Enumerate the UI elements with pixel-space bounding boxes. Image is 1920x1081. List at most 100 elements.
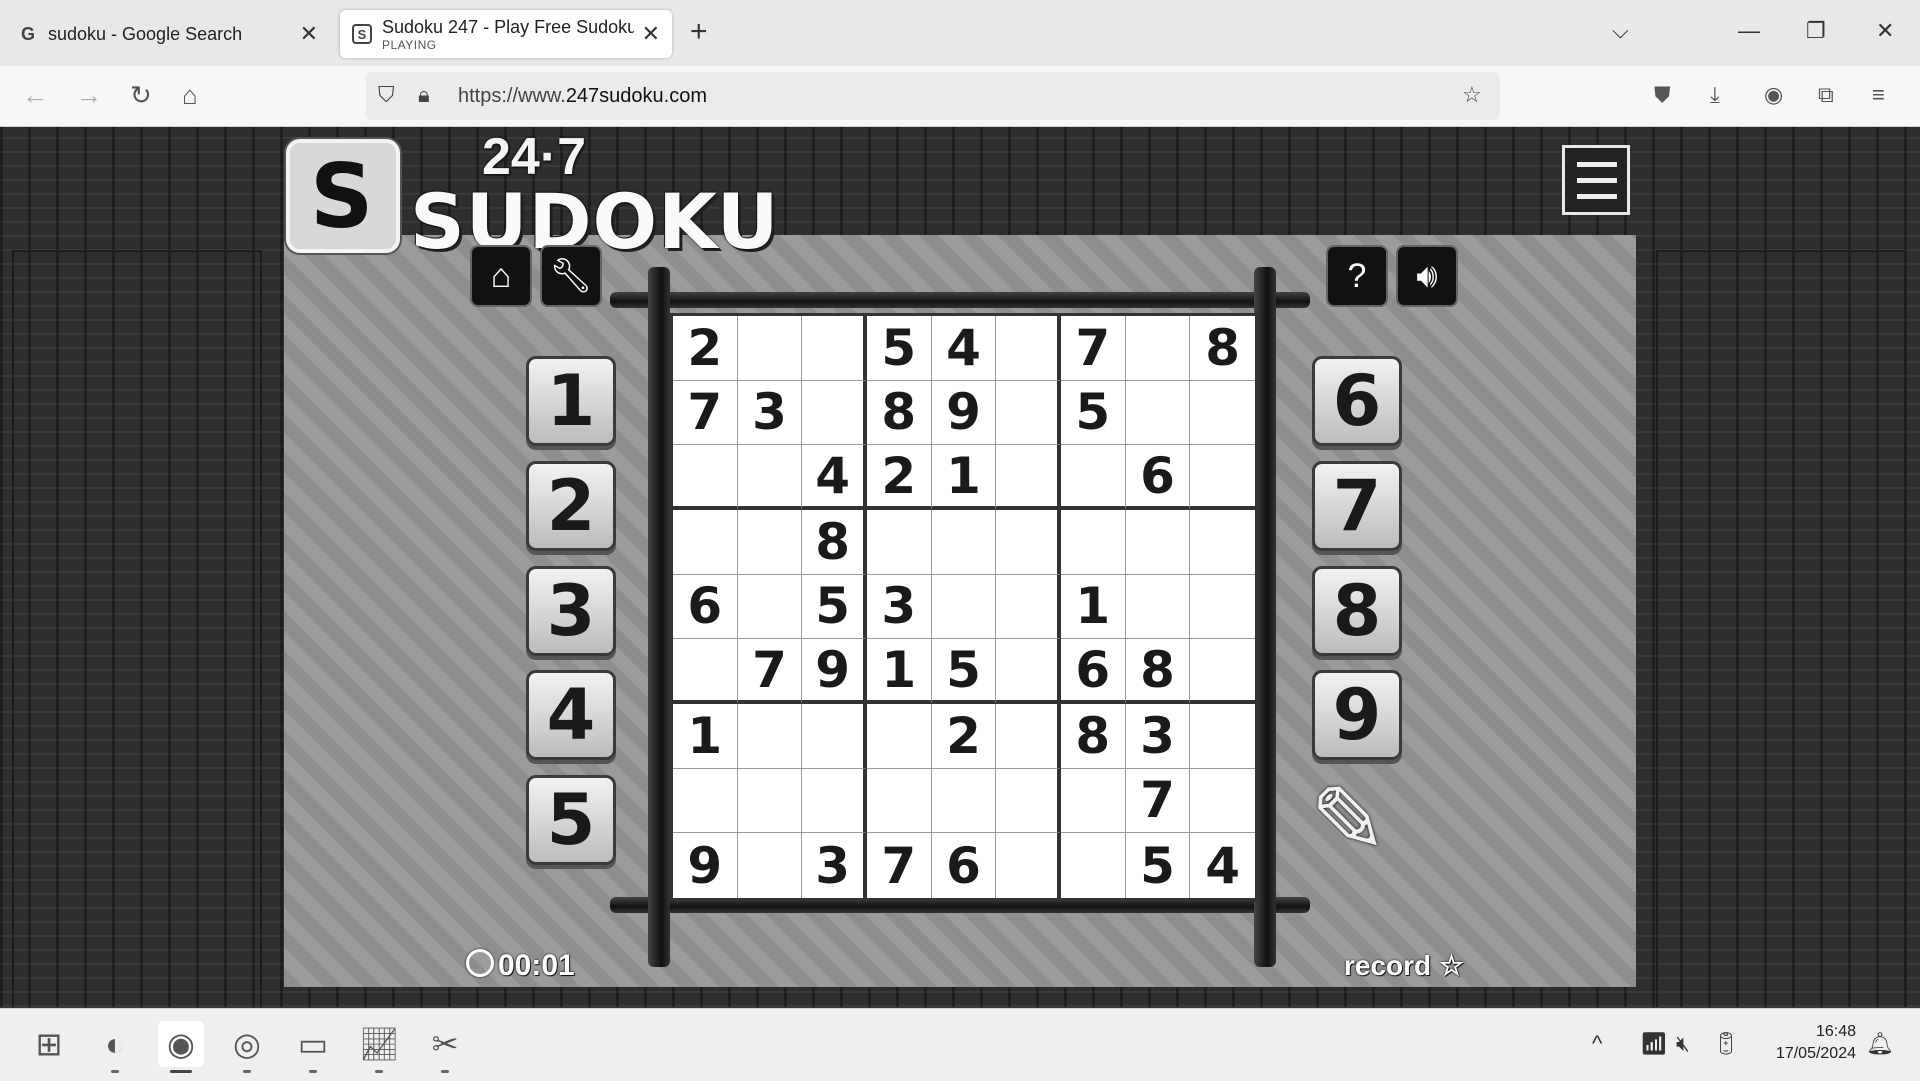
sudoku-cell[interactable]: 4 xyxy=(1190,833,1255,898)
sudoku-cell[interactable] xyxy=(673,639,738,704)
sudoku-cell[interactable] xyxy=(1125,509,1191,575)
sudoku-cell[interactable] xyxy=(673,768,738,834)
taskbar-snipping-tool[interactable]: ✂ xyxy=(422,1021,468,1073)
sound-button[interactable]: 🔊︎ xyxy=(1396,245,1458,307)
number-button-4[interactable]: 4 xyxy=(526,670,616,760)
sudoku-cell[interactable]: 1 xyxy=(1060,574,1126,640)
sudoku-cell[interactable]: 4 xyxy=(931,316,997,381)
number-button-2[interactable]: 2 xyxy=(526,461,616,551)
sudoku-cell[interactable] xyxy=(866,703,932,769)
sudoku-cell[interactable]: 9 xyxy=(931,380,997,446)
close-window-icon[interactable]: ✕ xyxy=(1876,18,1894,44)
sudoku-cell[interactable] xyxy=(802,703,867,769)
sudoku-cell[interactable] xyxy=(1190,381,1255,446)
sudoku-cell[interactable]: 7 xyxy=(867,833,932,898)
sudoku-cell[interactable] xyxy=(1190,769,1255,834)
close-tab-icon[interactable]: ✕ xyxy=(300,21,318,47)
sudoku-cell[interactable] xyxy=(1125,380,1191,446)
taskbar-file-explorer[interactable]: ▭ xyxy=(290,1021,336,1073)
sudoku-cell[interactable]: 9 xyxy=(802,639,867,704)
tab-sudoku-247[interactable]: S Sudoku 247 - Play Free Sudoku PLAYING … xyxy=(340,10,672,58)
sudoku-cell[interactable]: 9 xyxy=(673,833,738,898)
number-button-3[interactable]: 3 xyxy=(526,566,616,656)
sudoku-cell[interactable] xyxy=(996,574,1061,640)
sudoku-cell[interactable]: 6 xyxy=(673,574,738,640)
sudoku-cell[interactable]: 5 xyxy=(866,316,932,381)
sudoku-cell[interactable]: 8 xyxy=(1190,316,1255,381)
number-button-8[interactable]: 8 xyxy=(1312,566,1402,656)
number-button-5[interactable]: 5 xyxy=(526,775,616,865)
sudoku-cell[interactable]: 3 xyxy=(1125,703,1191,769)
hamburger-menu-button[interactable] xyxy=(1562,145,1630,215)
sudoku-cell[interactable] xyxy=(737,768,803,834)
system-clock[interactable]: 16:48 17/05/2024 xyxy=(1750,1021,1856,1065)
sudoku-cell[interactable] xyxy=(737,445,803,510)
sudoku-cell[interactable]: 4 xyxy=(802,445,867,510)
sudoku-cell[interactable] xyxy=(996,445,1061,510)
sudoku-cell[interactable]: 5 xyxy=(1126,833,1191,898)
sudoku-cell[interactable]: 7 xyxy=(737,639,803,704)
sudoku-cell[interactable]: 7 xyxy=(673,380,738,446)
sudoku-cell[interactable]: 6 xyxy=(1060,639,1126,704)
close-tab-icon[interactable]: ✕ xyxy=(642,21,660,47)
wifi-icon[interactable]: 📶︎ xyxy=(1640,1031,1668,1057)
sudoku-cell[interactable] xyxy=(1125,574,1191,640)
sudoku-cell[interactable] xyxy=(1061,833,1126,898)
number-button-9[interactable]: 9 xyxy=(1312,670,1402,760)
sudoku-cell[interactable]: 5 xyxy=(802,574,867,640)
sudoku-cell[interactable]: 8 xyxy=(866,380,932,446)
taskbar-chrome[interactable]: ◎ xyxy=(224,1021,270,1073)
taskbar-edge[interactable]: ◐ xyxy=(92,1021,138,1073)
sudoku-cell[interactable]: 1 xyxy=(673,703,738,769)
start-button[interactable]: ⊞ xyxy=(26,1021,72,1067)
pencil-notes-button[interactable]: ✎ xyxy=(1310,767,1387,874)
taskbar-firefox[interactable]: ◉ xyxy=(158,1021,204,1073)
speaker-muted-icon[interactable]: 🔇︎ xyxy=(1676,1031,1690,1057)
sudoku-cell[interactable] xyxy=(738,833,803,898)
shield-icon[interactable]: ⛉ xyxy=(378,82,395,108)
sudoku-cell[interactable] xyxy=(802,380,867,446)
sudoku-cell[interactable]: 2 xyxy=(673,316,738,381)
sudoku-cell[interactable] xyxy=(996,703,1061,769)
number-button-6[interactable]: 6 xyxy=(1312,356,1402,446)
list-all-tabs-icon[interactable]: ⌵ xyxy=(1612,18,1629,44)
sudoku-cell[interactable] xyxy=(931,574,997,640)
show-hidden-icons-icon[interactable]: ^ xyxy=(1592,1031,1602,1057)
sudoku-cell[interactable] xyxy=(802,768,867,834)
reload-icon[interactable]: ↻ xyxy=(130,80,152,110)
extensions-icon[interactable]: ⧉ xyxy=(1818,80,1834,110)
sudoku-cell[interactable] xyxy=(996,768,1061,834)
sudoku-cell[interactable]: 7 xyxy=(1125,768,1191,834)
sudoku-cell[interactable]: 7 xyxy=(1060,316,1126,381)
bookmark-star-icon[interactable]: ☆ xyxy=(1462,82,1482,108)
logo-icon[interactable]: S xyxy=(286,139,400,253)
sudoku-cell[interactable] xyxy=(996,833,1061,898)
sudoku-cell[interactable] xyxy=(737,703,803,769)
sudoku-cell[interactable]: 6 xyxy=(932,833,997,898)
account-icon[interactable]: ◉ xyxy=(1764,80,1783,110)
address-bar[interactable]: ⛉ 🔒︎ https://www.247sudoku.com ☆ xyxy=(366,72,1500,120)
tab-google-search[interactable]: G sudoku - Google Search ✕ xyxy=(6,10,330,58)
sudoku-cell[interactable] xyxy=(673,509,738,575)
number-button-1[interactable]: 1 xyxy=(526,356,616,446)
lock-icon[interactable]: 🔒︎ xyxy=(418,82,430,108)
sudoku-cell[interactable] xyxy=(802,316,867,381)
sudoku-cell[interactable] xyxy=(931,509,997,575)
home-button[interactable]: ⌂ xyxy=(470,245,532,307)
restore-icon[interactable]: ❐ xyxy=(1806,18,1826,44)
sudoku-cell[interactable]: 5 xyxy=(931,639,997,704)
sudoku-cell[interactable] xyxy=(931,768,997,834)
sudoku-cell[interactable]: 3 xyxy=(866,574,932,640)
forward-icon[interactable]: → xyxy=(76,80,102,110)
sudoku-cell[interactable] xyxy=(1190,510,1255,575)
sudoku-cell[interactable] xyxy=(1190,575,1255,640)
taskbar-task-manager[interactable]: 📈︎ xyxy=(356,1021,402,1073)
number-button-7[interactable]: 7 xyxy=(1312,461,1402,551)
sudoku-cell[interactable] xyxy=(1125,316,1191,381)
url-text[interactable]: https://www.247sudoku.com xyxy=(458,85,707,108)
sudoku-cell[interactable] xyxy=(1190,704,1255,769)
sudoku-cell[interactable] xyxy=(673,445,738,510)
settings-button[interactable]: 🔧︎ xyxy=(540,245,602,307)
sudoku-cell[interactable]: 8 xyxy=(802,509,867,575)
battery-icon[interactable]: 🔋︎ xyxy=(1712,1031,1740,1057)
